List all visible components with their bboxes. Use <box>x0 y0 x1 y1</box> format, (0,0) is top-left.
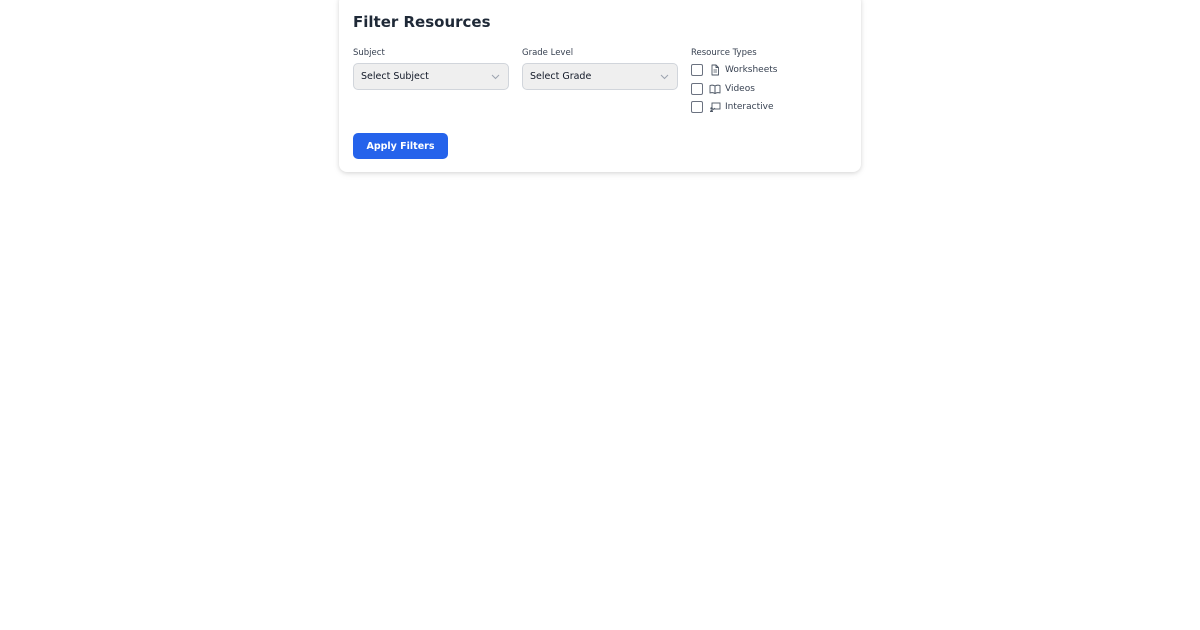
videos-label: Videos <box>725 84 755 94</box>
resource-types-label: Resource Types <box>691 48 757 58</box>
chevron-down-icon <box>660 74 669 80</box>
resource-type-videos[interactable]: Videos <box>691 83 811 97</box>
filter-panel: Filter Resources Subject Select Subject … <box>339 0 861 172</box>
grade-select[interactable]: Select Grade <box>522 63 678 90</box>
panel-title: Filter Resources <box>353 13 491 31</box>
videos-checkbox[interactable] <box>691 83 703 95</box>
grade-select-value: Select Grade <box>530 71 592 82</box>
worksheets-checkbox[interactable] <box>691 64 703 76</box>
resource-type-interactive[interactable]: Interactive <box>691 101 811 115</box>
presentation-icon <box>710 102 721 112</box>
interactive-label: Interactive <box>725 102 774 112</box>
interactive-checkbox[interactable] <box>691 101 703 113</box>
book-open-icon <box>709 84 721 94</box>
chevron-down-icon <box>491 74 500 80</box>
grade-label: Grade Level <box>522 48 574 58</box>
apply-filters-button[interactable]: Apply Filters <box>353 133 448 159</box>
resource-type-worksheets[interactable]: Worksheets <box>691 64 811 78</box>
worksheets-label: Worksheets <box>725 65 778 75</box>
document-icon <box>711 64 719 76</box>
subject-select[interactable]: Select Subject <box>353 63 509 90</box>
subject-label: Subject <box>353 48 385 58</box>
subject-select-value: Select Subject <box>361 71 429 82</box>
